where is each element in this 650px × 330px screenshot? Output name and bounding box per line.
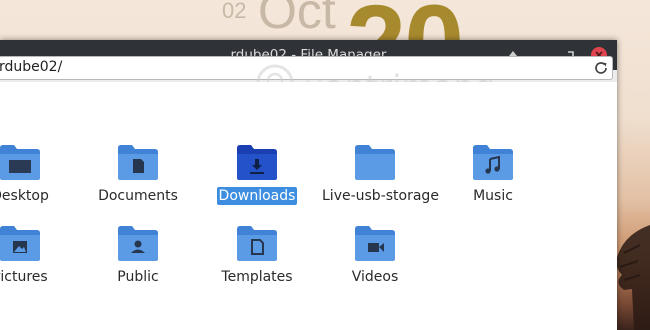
folder-videos[interactable]: Videos: [320, 223, 430, 313]
person-icon: [118, 226, 158, 261]
video-icon: [355, 226, 395, 261]
file-grid: Desktop Documents Downloads Live-usb-sto…: [0, 82, 617, 290]
folder-live-usb-storage[interactable]: Live-usb-storage: [320, 142, 439, 232]
clock-hour: 02: [222, 0, 247, 23]
folder-downloads[interactable]: Downloads: [202, 142, 312, 232]
folder-label: Desktop: [0, 188, 49, 204]
folder-label: Public: [117, 269, 159, 285]
folder-templates[interactable]: Templates: [202, 223, 312, 313]
folder-label: Downloads: [216, 187, 298, 205]
folder-label: Pictures: [0, 269, 48, 285]
folder-label: Live-usb-storage: [322, 188, 439, 204]
document-icon: [118, 145, 158, 180]
folder-public[interactable]: Public: [83, 223, 193, 313]
picture-icon: [0, 226, 40, 261]
location-path[interactable]: rdube02/: [0, 59, 62, 75]
folder-desktop[interactable]: Desktop: [0, 142, 75, 232]
folder-label: Music: [473, 188, 513, 204]
folder-documents[interactable]: Documents: [83, 142, 193, 232]
music-icon: [473, 145, 513, 180]
desktop-icon: [0, 145, 40, 180]
folder-label: Videos: [351, 269, 399, 285]
folder-music[interactable]: Music: [438, 142, 548, 232]
folder-pictures[interactable]: Pictures: [0, 223, 75, 313]
reload-icon[interactable]: [592, 59, 610, 77]
blank-folder-icon: [355, 145, 395, 180]
template-icon: [237, 226, 277, 261]
folder-label: Templates: [221, 269, 293, 285]
clock-month: Oct: [258, 0, 336, 39]
folder-label: Documents: [98, 188, 178, 204]
download-icon: [237, 145, 277, 180]
